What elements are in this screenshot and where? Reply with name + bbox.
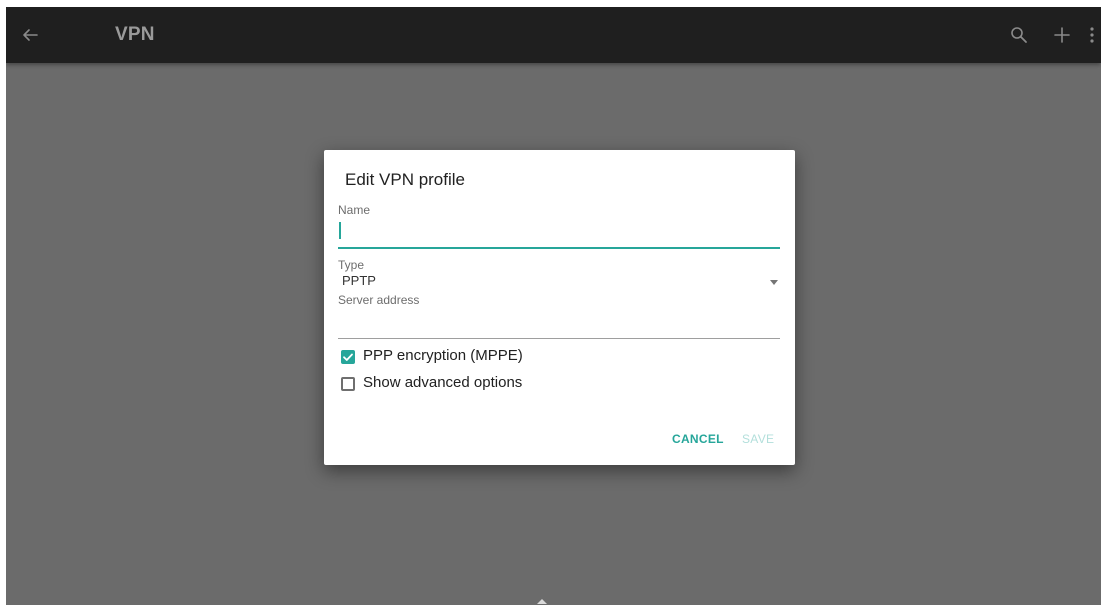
dialog-title: Edit VPN profile bbox=[345, 170, 465, 189]
name-underline bbox=[338, 247, 780, 249]
server-address-underline bbox=[338, 338, 780, 339]
name-input[interactable] bbox=[338, 221, 780, 243]
ppp-encryption-label: PPP encryption (MPPE) bbox=[363, 347, 523, 364]
cancel-button[interactable]: CANCEL bbox=[672, 432, 724, 446]
name-label: Name bbox=[338, 203, 371, 217]
plus-icon[interactable] bbox=[1052, 24, 1072, 46]
edit-vpn-dialog: Edit VPN profile Name Type PPTP Server a… bbox=[324, 150, 795, 465]
server-address-label: Server address bbox=[338, 293, 420, 307]
dropdown-arrow-icon bbox=[770, 280, 778, 285]
save-button[interactable]: SAVE bbox=[742, 432, 774, 446]
server-address-input[interactable] bbox=[338, 312, 780, 334]
more-vert-icon[interactable] bbox=[1082, 24, 1101, 46]
type-selected-value: PPTP bbox=[342, 273, 376, 288]
toolbar-title: VPN bbox=[115, 24, 155, 45]
show-advanced-options-label: Show advanced options bbox=[363, 374, 523, 391]
bottom-cursor-indicator bbox=[537, 599, 547, 604]
checkbox-checked-icon bbox=[341, 350, 355, 364]
type-dropdown[interactable]: Type PPTP bbox=[338, 258, 780, 296]
text-cursor bbox=[339, 222, 341, 239]
screen: VPN Edit VPN profile Name Type PPTP Serv… bbox=[6, 7, 1101, 605]
search-icon[interactable] bbox=[1009, 24, 1029, 46]
app-toolbar: VPN bbox=[6, 7, 1101, 63]
checkbox-unchecked-icon bbox=[341, 377, 355, 391]
arrow-back-icon[interactable] bbox=[20, 25, 40, 45]
type-label: Type bbox=[338, 258, 365, 272]
